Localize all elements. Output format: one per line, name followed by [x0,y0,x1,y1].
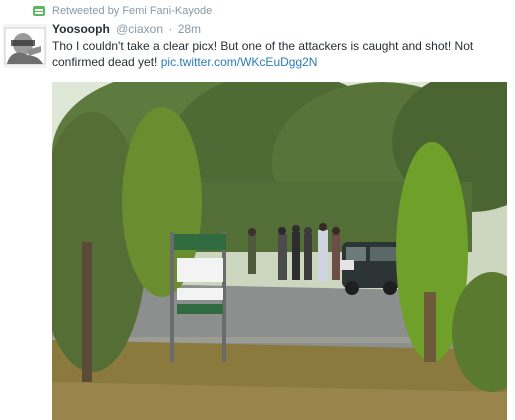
tweet-timestamp[interactable]: 28m [178,22,201,36]
author-name[interactable]: Yoosooph [52,22,110,36]
avatar[interactable] [3,24,47,68]
media-link[interactable]: pic.twitter.com/WKcEuDgg2N [161,55,318,69]
avatar-image [3,24,47,68]
retweet-icon [33,6,45,16]
retweeted-by-label: Retweeted by Femi Fani-Kayode [52,5,213,17]
separator-dot: · [168,22,173,36]
tweet-text: Tho I couldn't take a clear picx! But on… [52,38,507,70]
tweet-header: Yoosooph @ciaxon · 28m [52,22,201,38]
suv-vehicle [336,242,402,295]
author-username[interactable]: @ciaxon [116,22,163,36]
photo-scene [52,82,507,420]
tweet-photo[interactable] [52,82,507,420]
tweet: Retweeted by Femi Fani-Kayode Yoosooph @… [0,0,515,420]
